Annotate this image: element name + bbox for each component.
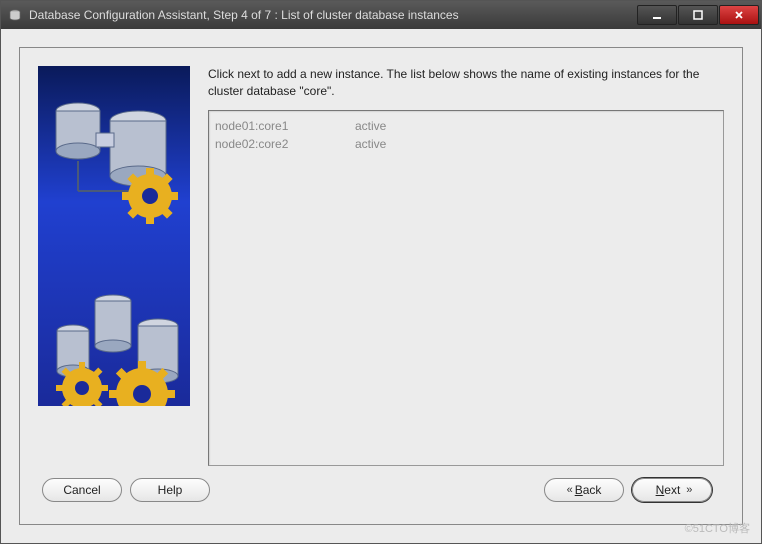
instance-name: node01:core1 (215, 117, 355, 135)
right-pane: Click next to add a new instance. The li… (208, 66, 724, 466)
minimize-button[interactable] (637, 5, 677, 25)
chevron-left-icon: « (567, 484, 569, 496)
list-item[interactable]: node02:core2 active (215, 135, 717, 153)
app-icon (7, 7, 23, 23)
maximize-button[interactable] (678, 5, 718, 25)
watermark: ©51CTO博客 (685, 520, 750, 536)
button-bar: Cancel Help « Back Next » (38, 466, 724, 506)
back-button[interactable]: « Back (544, 478, 624, 502)
window-controls (637, 5, 759, 25)
instruction-text: Click next to add a new instance. The li… (208, 66, 724, 100)
instance-name: node02:core2 (215, 135, 355, 153)
help-button[interactable]: Help (130, 478, 210, 502)
window-title: Database Configuration Assistant, Step 4… (29, 8, 637, 22)
cancel-button[interactable]: Cancel (42, 478, 122, 502)
instance-status: active (355, 117, 717, 135)
window: Database Configuration Assistant, Step 4… (0, 0, 762, 544)
list-item[interactable]: node01:core1 active (215, 117, 717, 135)
instance-list[interactable]: node01:core1 active node02:core2 active (208, 110, 724, 466)
main-area: Click next to add a new instance. The li… (38, 66, 724, 466)
next-button[interactable]: Next » (632, 478, 712, 502)
chevron-right-icon: » (686, 484, 688, 496)
wizard-illustration (38, 66, 190, 406)
content-area: Click next to add a new instance. The li… (1, 29, 761, 543)
inner-panel: Click next to add a new instance. The li… (19, 47, 743, 525)
instance-status: active (355, 135, 717, 153)
close-button[interactable] (719, 5, 759, 25)
titlebar: Database Configuration Assistant, Step 4… (1, 1, 761, 29)
